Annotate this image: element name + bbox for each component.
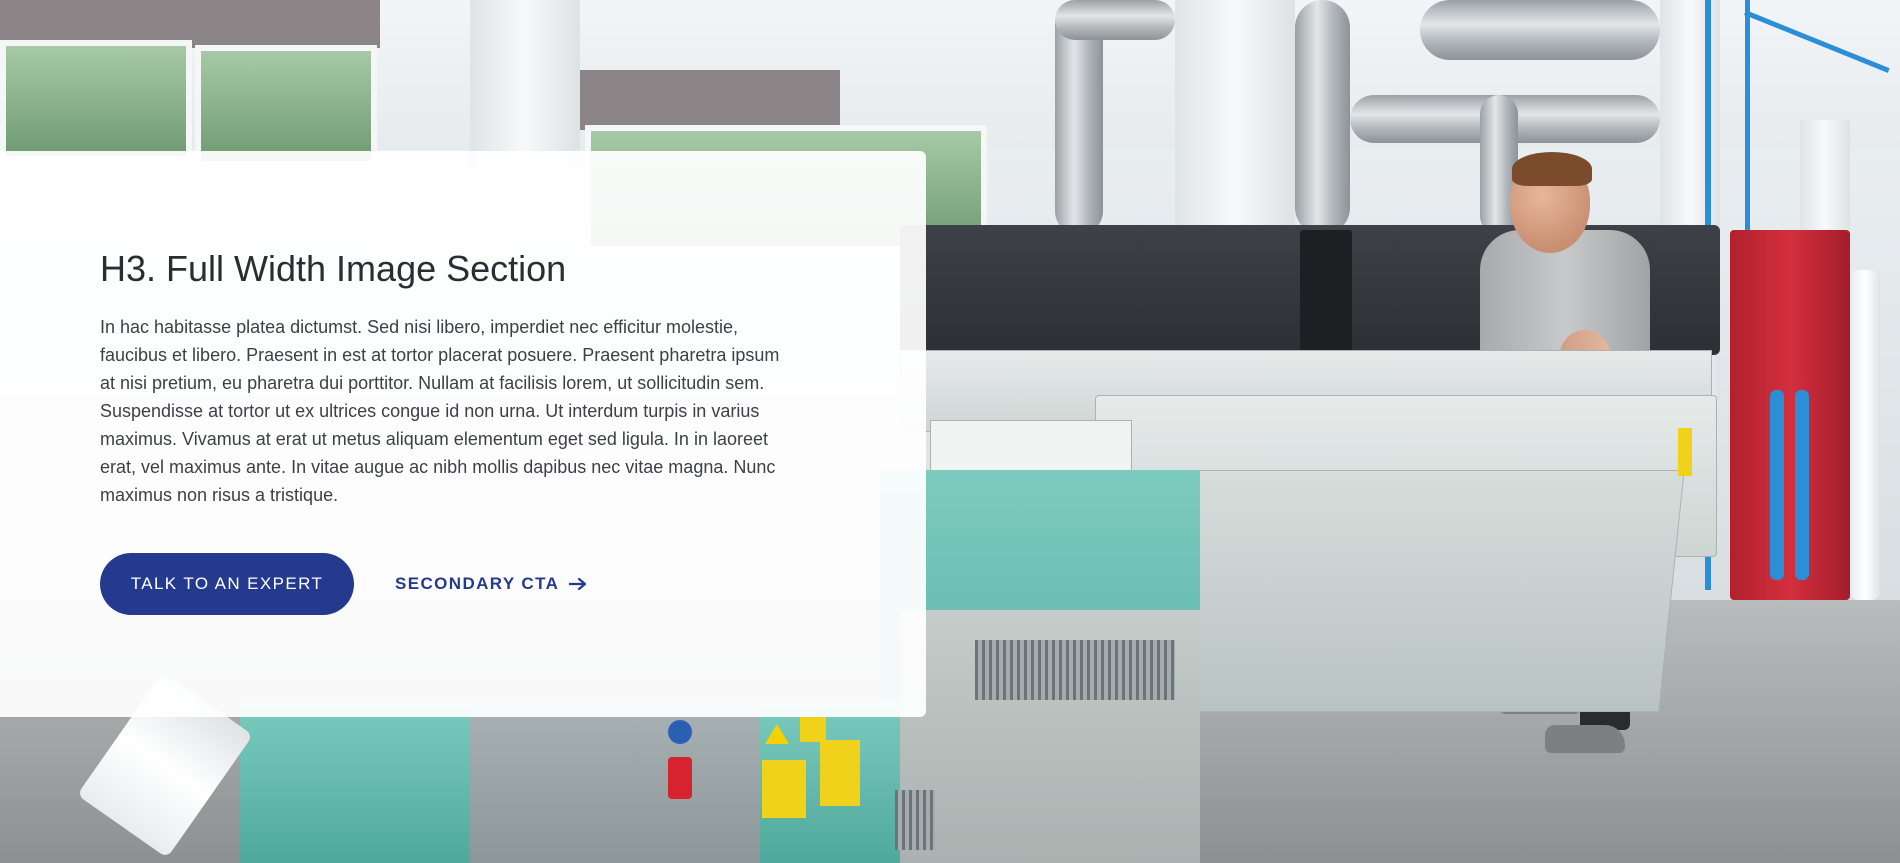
secondary-cta-label: SECONDARY CTA — [395, 574, 560, 593]
warning-label — [820, 740, 860, 806]
section-body: In hac habitasse platea dictumst. Sed ni… — [100, 317, 780, 505]
air-duct — [1055, 0, 1175, 40]
info-icon — [668, 720, 692, 744]
content-card: H3. Full Width Image Section In hac habi… — [0, 151, 926, 717]
warning-label — [1678, 428, 1692, 476]
monitor — [1300, 230, 1352, 360]
cta-row: TALK TO AN EXPERT SECONDARY CTA — [100, 553, 826, 615]
blue-cylinder — [1795, 390, 1809, 580]
paper-roll — [1850, 270, 1880, 600]
talk-to-expert-button[interactable]: TALK TO AN EXPERT — [100, 553, 354, 615]
wall-pillar — [470, 0, 580, 170]
air-duct — [1295, 0, 1350, 235]
window — [0, 40, 192, 162]
arrow-right-icon — [569, 578, 587, 590]
window — [195, 45, 377, 167]
person-hair — [1512, 152, 1592, 186]
control-panel — [470, 710, 760, 863]
red-cabinet — [1730, 230, 1850, 600]
warning-label — [800, 716, 826, 742]
emergency-stop — [668, 757, 692, 799]
person-shoe — [1545, 725, 1625, 753]
blue-cylinder — [1770, 390, 1784, 580]
warning-icon — [765, 724, 789, 744]
window-blind — [580, 70, 840, 130]
air-duct — [1420, 0, 1660, 60]
vent — [975, 640, 1175, 700]
secondary-cta-link[interactable]: SECONDARY CTA — [395, 574, 587, 594]
warning-label — [762, 760, 806, 818]
section-heading: H3. Full Width Image Section — [100, 248, 567, 289]
vent — [895, 790, 935, 850]
full-width-image-section: H3. Full Width Image Section In hac habi… — [0, 0, 1900, 863]
